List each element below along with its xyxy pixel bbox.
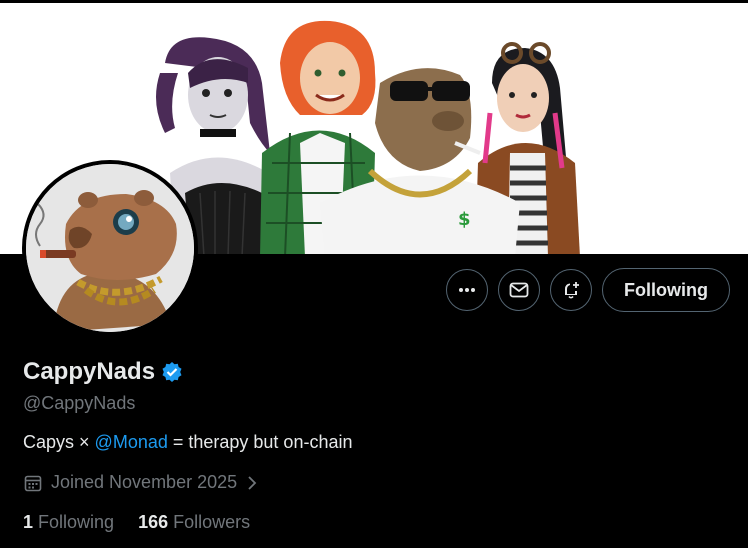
followers-stat[interactable]: 166 Followers — [138, 512, 250, 533]
handle: @CappyNads — [23, 393, 136, 413]
display-name: CappyNads — [23, 358, 156, 385]
more-icon — [459, 288, 475, 292]
verified-badge-icon[interactable] — [161, 361, 183, 383]
profile-name-row: CappyNads — [23, 358, 183, 386]
avatar-capybara-image — [26, 164, 194, 332]
joined-label: Joined November 2025 — [51, 472, 238, 492]
bio-suffix: = therapy but on-chain — [167, 432, 353, 452]
svg-text:$: $ — [458, 209, 471, 230]
bio: Capys × @Monad = therapy but on-chain — [23, 432, 352, 453]
followers-label: Followers — [173, 512, 251, 532]
more-button[interactable] — [446, 269, 488, 311]
following-count: 1 — [23, 512, 34, 532]
bell-add-icon — [565, 282, 579, 299]
message-button[interactable] — [498, 269, 540, 311]
chevron-right-icon — [248, 475, 257, 490]
calendar-icon — [24, 475, 42, 491]
bio-mention-link[interactable]: @Monad — [95, 432, 168, 452]
bio-prefix: Capys × — [23, 432, 95, 452]
followers-count: 166 — [138, 512, 169, 532]
notify-button[interactable] — [550, 269, 592, 311]
joined-date[interactable]: Joined November 2025 — [23, 472, 259, 493]
profile-actions: Following — [446, 268, 730, 312]
follow-stats: 1 Following 166 Followers — [23, 512, 250, 533]
following-label: Following — [38, 512, 115, 532]
avatar[interactable] — [22, 160, 198, 336]
mail-icon — [509, 282, 529, 298]
following-stat[interactable]: 1 Following — [23, 512, 114, 533]
following-button-label: Following — [624, 279, 708, 300]
following-button[interactable]: Following — [602, 268, 730, 312]
